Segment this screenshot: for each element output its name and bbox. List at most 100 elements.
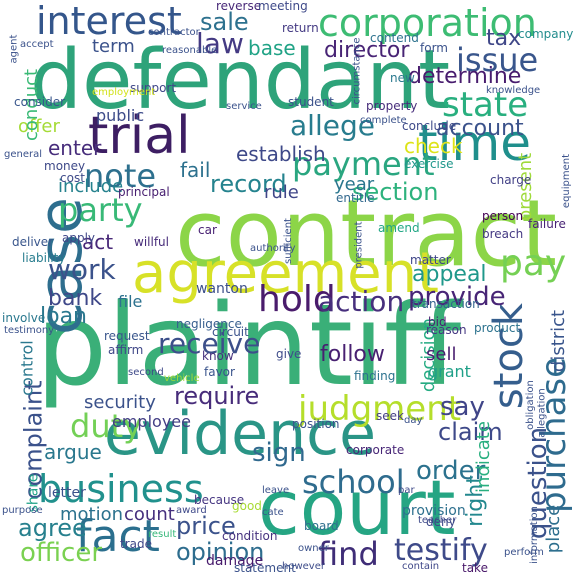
word-bank: bank	[48, 286, 103, 311]
word-reasonable: reasonable	[162, 45, 218, 56]
word-reverse: reverse	[216, 0, 262, 13]
word-contain: contain	[402, 561, 440, 572]
word-accept: accept	[20, 39, 54, 50]
word-teacher: teacher	[418, 515, 457, 526]
word-meeting: meeting	[258, 0, 308, 13]
word-term: term	[92, 36, 135, 57]
word-employee: employee	[112, 412, 191, 431]
word-action: action	[318, 285, 405, 318]
word-cloud: plaintiff contract defendant court evide…	[0, 0, 576, 576]
word-student: student	[288, 95, 334, 109]
word-breach: breach	[482, 227, 524, 241]
word-appeal: appeal	[412, 262, 487, 287]
word-allegation: allegation	[536, 388, 548, 438]
word-seek: seek	[376, 409, 404, 423]
word-apply: apply	[62, 231, 96, 245]
word-district: district	[548, 309, 570, 373]
word-obligation: obligation	[524, 380, 536, 430]
word-form: form	[420, 41, 448, 55]
word-agent: agent	[8, 34, 20, 64]
word-return: return	[282, 21, 319, 35]
word-consider: consider	[14, 95, 66, 109]
word-equipment: equipment	[561, 153, 573, 209]
word-knowledge: knowledge	[486, 85, 541, 96]
word-rule: rule	[264, 182, 299, 203]
word-grant: grant	[428, 362, 471, 381]
word-stock: stock	[486, 302, 533, 410]
word-result: result	[148, 529, 177, 540]
word-negligence: negligence	[176, 317, 242, 331]
word-owner: owner	[298, 543, 329, 554]
word-sign: sign	[252, 438, 306, 468]
word-complete: complete	[360, 115, 407, 126]
word-require: require	[174, 382, 260, 410]
word-person: person	[482, 209, 524, 223]
word-deliver: deliver	[12, 235, 54, 249]
word-follow: follow	[320, 342, 385, 367]
word-second: second	[128, 367, 164, 378]
word-tax: tax	[486, 26, 522, 51]
word-officer: officer	[20, 538, 103, 568]
word-request: request	[104, 329, 150, 343]
word-letter: letter	[48, 485, 86, 501]
word-award: award	[176, 505, 207, 516]
word-board: board	[304, 519, 339, 533]
word-testimony: testimony	[4, 325, 55, 336]
word-involve: involve	[2, 311, 46, 325]
word-pay: pay	[500, 243, 567, 284]
word-file: file	[118, 292, 143, 311]
word-product: product	[474, 321, 521, 335]
word-sufficient: sufficient	[282, 218, 294, 264]
word-day: day	[404, 415, 423, 426]
word-leave: leave	[262, 485, 290, 496]
word-new: new	[390, 71, 415, 85]
word-car: car	[198, 223, 217, 237]
word-enter: enter	[48, 136, 102, 160]
word-reason: reason	[426, 323, 467, 337]
word-place: place	[543, 504, 565, 554]
word-say: say	[440, 392, 485, 422]
word-amend: amend	[378, 221, 420, 235]
word-argue: argue	[44, 440, 102, 464]
word-sale: sale	[200, 8, 249, 36]
word-corporate: corporate	[346, 443, 405, 457]
word-condition: condition	[222, 529, 278, 543]
word-indicate: indicate	[472, 421, 494, 493]
word-affirm: affirm	[108, 343, 144, 357]
word-wanton: wanton	[196, 281, 248, 297]
word-willful: willful	[134, 235, 169, 249]
word-establish: establish	[236, 142, 326, 166]
word-security: security	[84, 392, 156, 413]
word-liability: liability	[22, 251, 66, 265]
word-company: company	[518, 27, 574, 41]
word-entitle: entitle	[336, 191, 375, 205]
word-check: check	[404, 134, 463, 158]
word-fail: fail	[180, 158, 211, 182]
word-know: know	[202, 349, 234, 363]
word-statement: statement	[234, 561, 296, 575]
word-service: service	[226, 101, 262, 112]
word-position: position	[292, 417, 340, 431]
word-information: information	[528, 506, 540, 564]
word-cost: cost	[60, 171, 85, 185]
word-failure: failure	[528, 217, 566, 231]
word-conclude: conclude	[402, 119, 457, 133]
word-take: take	[462, 561, 488, 575]
word-president: president	[353, 221, 365, 269]
word-give: give	[276, 347, 302, 361]
word-public: public	[96, 106, 145, 125]
word-matter: matter	[410, 253, 451, 267]
word-count: count	[124, 504, 175, 525]
word-general: general	[4, 149, 43, 160]
word-motion: motion	[60, 504, 124, 525]
word-charge: charge	[490, 173, 532, 187]
word-finding: finding	[354, 369, 396, 383]
word-favor: favor	[204, 365, 235, 379]
word-cate: cate	[262, 507, 284, 518]
word-good: good	[232, 499, 262, 513]
word-principal: principal	[118, 185, 170, 199]
word-base: base	[248, 36, 296, 60]
word-employment: employment	[92, 87, 156, 98]
word-property: property	[366, 99, 418, 113]
word-circumstance: circumstance	[351, 37, 363, 105]
